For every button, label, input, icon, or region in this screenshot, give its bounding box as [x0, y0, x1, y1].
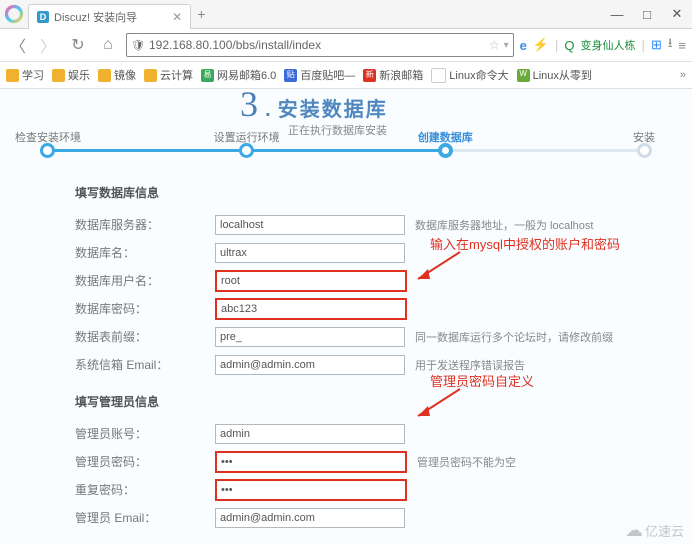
ext-text: 变身仙人栋	[581, 37, 636, 53]
install-progress: 检查安装环境 设置运行环境 创建数据库 安装	[40, 149, 652, 152]
window-close-button[interactable]: ✕	[662, 0, 692, 28]
home-button[interactable]: ⌂	[96, 33, 120, 57]
db-server-label: 数据库服务器：	[75, 216, 215, 233]
apps-icon[interactable]: ⊞	[651, 37, 662, 53]
admin-pass-input[interactable]	[215, 451, 407, 473]
browser-tab[interactable]: D Discuz! 安装向导 ✕	[28, 4, 191, 29]
admin-user-label: 管理员账号：	[75, 425, 215, 442]
window-maximize-button[interactable]: □	[632, 0, 662, 28]
db-prefix-label: 数据表前缀：	[75, 328, 215, 345]
bookmark-item[interactable]: 娱乐	[52, 67, 90, 83]
db-name-label: 数据库名：	[75, 244, 215, 261]
bookmark-item[interactable]: 贴百度贴吧—	[284, 67, 355, 83]
arrow-icon	[410, 386, 465, 426]
star-icon[interactable]: ☆	[489, 38, 500, 52]
address-bar[interactable]: 🛡 192.168.80.100/bbs/install/index ☆ ▾	[126, 33, 514, 57]
ie-mode-icon[interactable]: e	[520, 38, 527, 53]
section-admin-title: 填写管理员信息	[75, 393, 662, 410]
bookmark-item[interactable]: 易网易邮箱6.0	[201, 67, 276, 83]
bookmark-bar: 学习 娱乐 镜像 云计算 易网易邮箱6.0 贴百度贴吧— 新新浪邮箱 Linux…	[0, 62, 692, 89]
arrow-icon	[410, 249, 465, 289]
admin-pass2-input[interactable]	[215, 479, 407, 501]
browser-logo	[0, 0, 28, 28]
flash-icon[interactable]: ⚡	[533, 37, 549, 53]
db-prefix-hint: 同一数据库运行多个论坛时，请修改前缀	[415, 329, 662, 345]
db-pass-input[interactable]	[215, 298, 407, 320]
reload-button[interactable]: ↻	[66, 33, 90, 57]
db-name-input[interactable]	[215, 243, 405, 263]
section-db-title: 填写数据库信息	[75, 184, 662, 201]
url-dropdown-icon[interactable]: ▾	[504, 40, 509, 51]
admin-pass-label: 管理员密码：	[75, 453, 215, 470]
admin-mail-label: 管理员 Email：	[75, 509, 215, 526]
db-pass-label: 数据库密码：	[75, 300, 215, 317]
bookmark-overflow-icon[interactable]: »	[680, 69, 686, 81]
bookmark-item[interactable]: 镜像	[98, 67, 136, 83]
cloud-icon: ☁	[625, 520, 643, 541]
window-minimize-button[interactable]: —	[602, 0, 632, 28]
watermark: ☁ 亿速云	[625, 520, 684, 541]
admin-user-input[interactable]	[215, 424, 405, 444]
bookmark-item[interactable]: 新新浪邮箱	[363, 67, 423, 83]
admin-pass-hint: 管理员密码不能为空	[417, 454, 662, 470]
db-server-hint: 数据库服务器地址，一般为 localhost	[415, 217, 662, 233]
qq-icon[interactable]: Q	[564, 38, 574, 53]
db-server-input[interactable]	[215, 215, 405, 235]
download-icon[interactable]: ⭳	[668, 34, 673, 56]
step-number: 3	[240, 89, 258, 125]
db-mail-label: 系统信箱 Email：	[75, 356, 215, 373]
admin-mail-input[interactable]	[215, 508, 405, 528]
bookmark-item[interactable]: 学习	[6, 67, 44, 83]
forward-button[interactable]: 〉	[36, 33, 60, 57]
menu-icon[interactable]: ≡	[678, 38, 686, 53]
new-tab-button[interactable]: +	[197, 6, 205, 22]
bookmark-item[interactable]: 云计算	[144, 67, 193, 83]
db-user-input[interactable]	[215, 270, 407, 292]
bookmark-item[interactable]: WLinux从零到	[517, 67, 592, 83]
db-user-label: 数据库用户名：	[75, 272, 215, 289]
shield-icon: 🛡	[131, 39, 145, 52]
tab-favicon: D	[37, 11, 49, 23]
db-prefix-input[interactable]	[215, 327, 405, 347]
admin-pass2-label: 重复密码：	[75, 481, 215, 498]
db-mail-input[interactable]	[215, 355, 405, 375]
tab-title: Discuz! 安装向导	[54, 9, 137, 25]
back-button[interactable]: 〈	[6, 33, 30, 57]
url-text: 192.168.80.100/bbs/install/index	[149, 38, 485, 52]
tab-close-icon[interactable]: ✕	[172, 10, 182, 24]
bookmark-item[interactable]: Linux命令大	[431, 67, 508, 83]
step-title: 安装数据库	[278, 93, 388, 122]
